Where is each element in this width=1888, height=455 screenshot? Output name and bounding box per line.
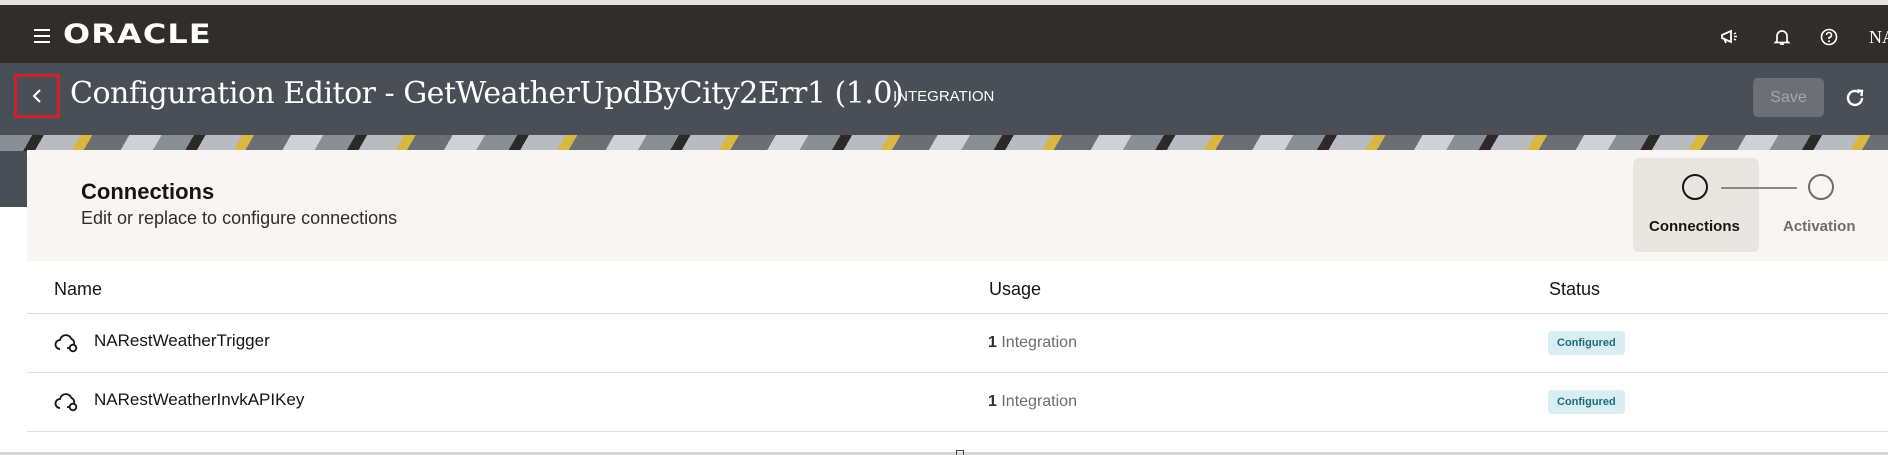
page-title: Configuration Editor - GetWeatherUpdByCi… [70,76,904,111]
column-header-name[interactable]: Name [54,279,102,300]
user-avatar[interactable]: NA [1869,27,1888,48]
usage-label: Integration [1001,393,1077,410]
decorative-banner [0,135,1888,151]
usage-value[interactable]: 1 Integration [988,334,1077,352]
page-titlebar: Configuration Editor - GetWeatherUpdByCi… [0,63,1888,135]
column-header-usage[interactable]: Usage [989,279,1041,300]
step-connections[interactable] [1633,158,1759,252]
bell-icon[interactable] [1770,25,1794,49]
refresh-icon[interactable] [1840,83,1870,113]
section-subtitle: Edit or replace to configure connections [81,208,398,228]
status-badge: Configured [1548,331,1625,355]
usage-label: Integration [1001,334,1077,351]
announcement-icon[interactable] [1717,25,1741,49]
global-header: ORACLE NA [0,0,1888,63]
section-header: Connections Edit or replace to configure… [27,150,1888,261]
cloud-connection-icon [54,393,78,412]
help-icon[interactable] [1817,25,1841,49]
step-connections-indicator [1682,174,1708,200]
usage-value[interactable]: 1 Integration [988,393,1077,411]
save-button[interactable]: Save [1753,78,1824,117]
table-header: Name Usage Status [27,261,1888,314]
column-header-status[interactable]: Status [1549,279,1600,300]
connections-card: Connections Edit or replace to configure… [27,150,1888,455]
step-activation-label[interactable]: Activation [1783,218,1856,235]
connection-name[interactable]: NARestWeatherInvkAPIKey [94,390,304,410]
step-activation-indicator[interactable] [1808,174,1834,200]
integration-type-label: INTEGRATION [893,88,995,105]
section-title: Connections [81,179,215,204]
menu-icon[interactable] [30,25,54,47]
usage-count: 1 [988,393,997,410]
connection-name[interactable]: NARestWeatherTrigger [94,331,270,351]
cloud-connection-icon [54,334,78,353]
back-button[interactable] [14,74,60,118]
table-row[interactable]: NARestWeatherInvkAPIKey 1 Integration Co… [27,373,1888,432]
oracle-logo[interactable]: ORACLE [63,19,212,50]
step-connector [1721,187,1797,189]
resize-handle[interactable] [956,450,964,455]
banner-side [0,151,27,207]
chevron-left-icon [32,89,41,103]
step-connections-label: Connections [1649,218,1740,235]
status-badge: Configured [1548,390,1625,414]
usage-count: 1 [988,334,997,351]
table-row[interactable]: NARestWeatherTrigger 1 Integration Confi… [27,314,1888,373]
